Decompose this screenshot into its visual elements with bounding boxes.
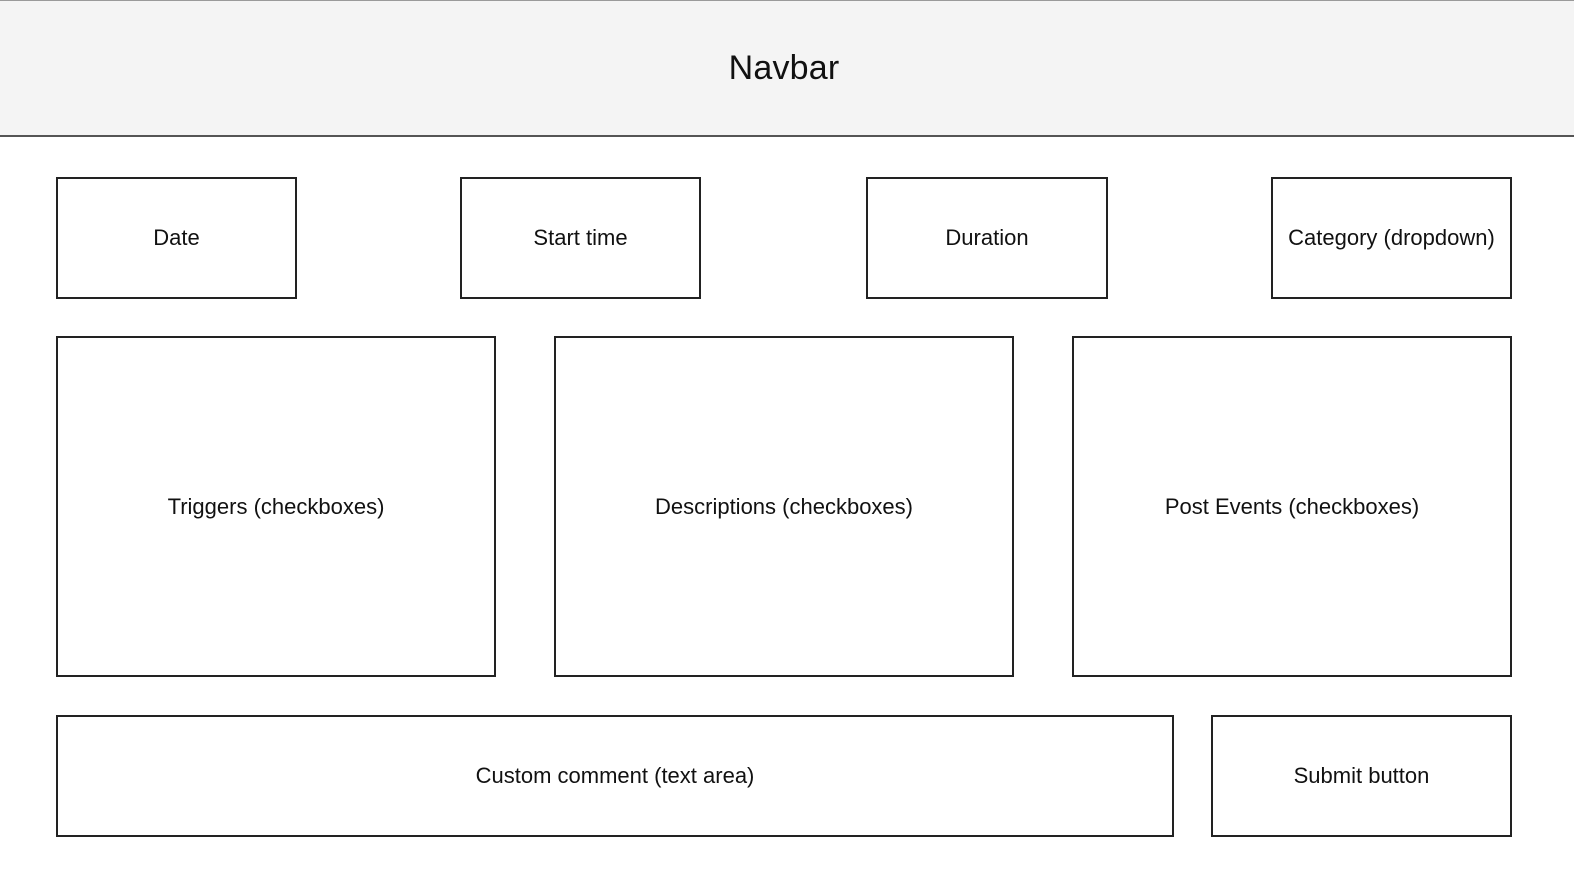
date-field[interactable]: Date <box>56 177 297 299</box>
triggers-checkboxes[interactable]: Triggers (checkboxes) <box>56 336 496 677</box>
category-dropdown[interactable]: Category (dropdown) <box>1271 177 1512 299</box>
submit-button-label: Submit button <box>1293 763 1430 788</box>
descriptions-checkboxes-label: Descriptions (checkboxes) <box>655 493 913 519</box>
duration-field[interactable]: Duration <box>866 177 1108 299</box>
wireframe-canvas: Navbar Date Start time Duration Category… <box>0 0 1574 876</box>
post-events-checkboxes-label: Post Events (checkboxes) <box>1164 493 1420 519</box>
category-dropdown-label: Category (dropdown) <box>1288 225 1495 250</box>
navbar: Navbar <box>0 0 1574 137</box>
post-events-checkboxes[interactable]: Post Events (checkboxes) <box>1072 336 1512 677</box>
custom-comment-textarea-label: Custom comment (text area) <box>475 763 755 788</box>
triggers-checkboxes-label: Triggers (checkboxes) <box>167 493 385 519</box>
date-field-label: Date <box>153 225 200 250</box>
start-time-field-label: Start time <box>533 225 628 250</box>
navbar-title: Navbar <box>728 48 840 87</box>
custom-comment-textarea[interactable]: Custom comment (text area) <box>56 715 1174 837</box>
submit-button[interactable]: Submit button <box>1211 715 1512 837</box>
duration-field-label: Duration <box>945 225 1029 250</box>
descriptions-checkboxes[interactable]: Descriptions (checkboxes) <box>554 336 1014 677</box>
start-time-field[interactable]: Start time <box>460 177 701 299</box>
